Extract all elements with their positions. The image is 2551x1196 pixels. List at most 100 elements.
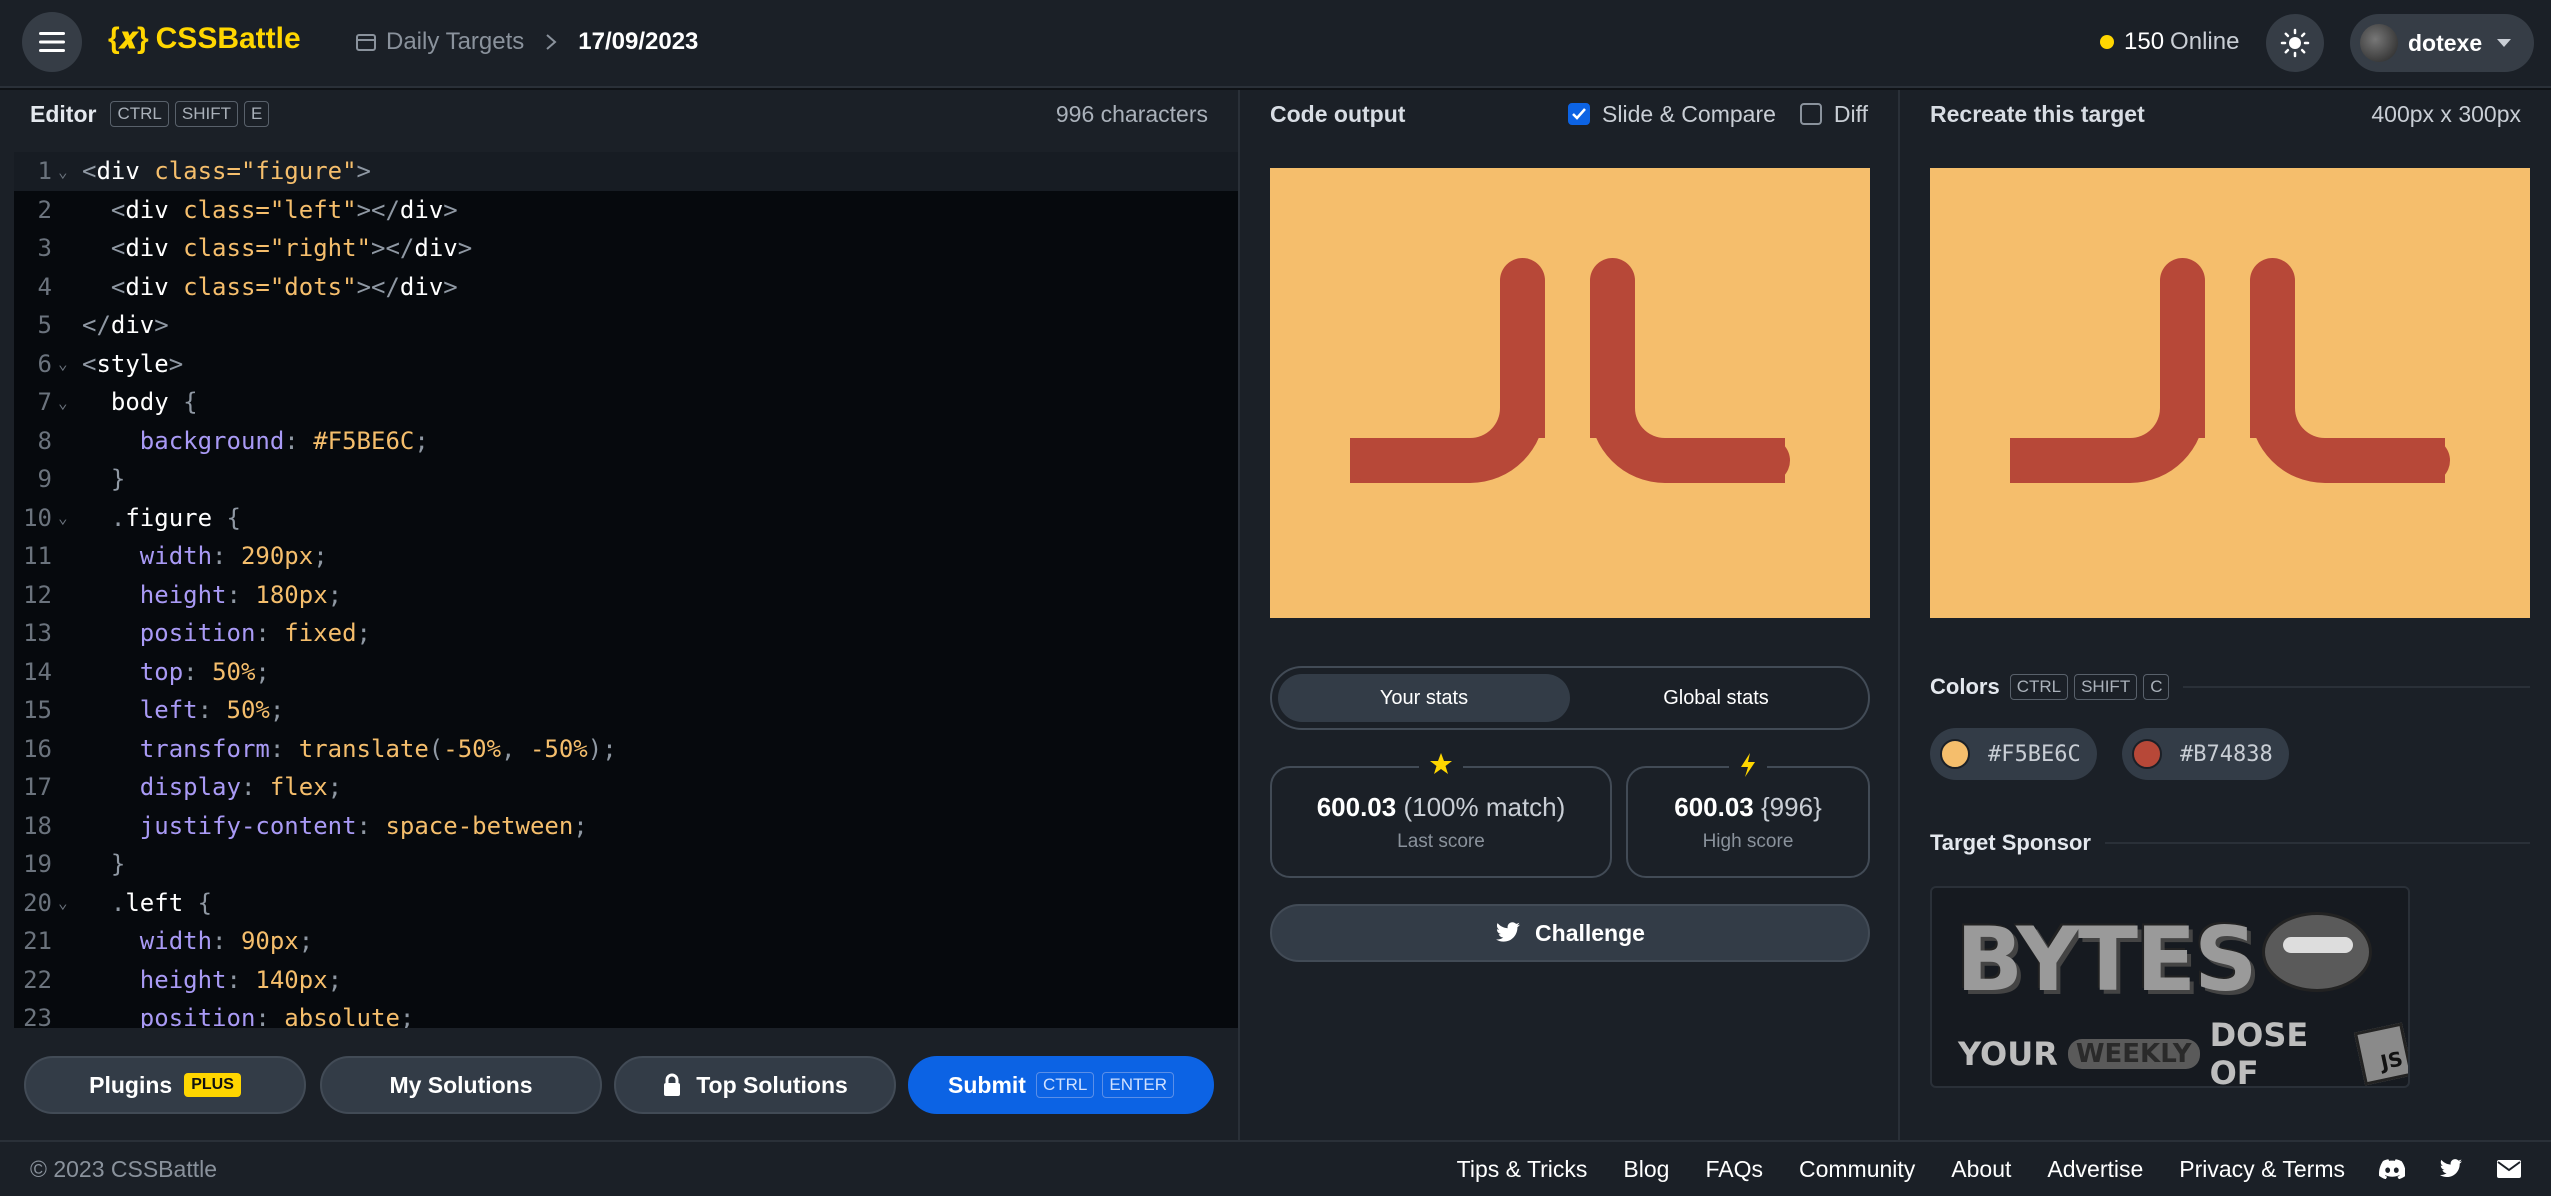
sponsor-tagline-weekly: WEEKLY	[2067, 1039, 2200, 1069]
code-line[interactable]: 5 </div >	[14, 306, 1238, 345]
online-indicator: 150 Online	[2100, 28, 2239, 56]
tab-global-stats[interactable]: Global stats	[1570, 674, 1862, 722]
code-editor[interactable]: 1 ⌄ < div class= "figure" >2 < div class= "left…	[14, 152, 1238, 1028]
fold-chevron-icon[interactable]: ⌄	[52, 393, 82, 412]
breadcrumb-daily-targets[interactable]: Daily Targets	[386, 28, 524, 56]
code-token: translate	[298, 734, 429, 763]
code-line[interactable]: 6 ⌄ < style >	[14, 345, 1238, 384]
footer-link-privacy[interactable]: Privacy & Terms	[2179, 1156, 2345, 1183]
discord-icon[interactable]	[2379, 1159, 2405, 1179]
fold-chevron-icon[interactable]: ⌄	[52, 162, 82, 181]
code-token: div	[125, 195, 184, 224]
footer-link-faqs[interactable]: FAQs	[1705, 1156, 1763, 1183]
fold-chevron-icon[interactable]: ⌄	[52, 893, 82, 912]
code-line[interactable]: 16 transform: translate(-50%, -50%);	[14, 730, 1238, 769]
code-line[interactable]: 12 height: 180px;	[14, 576, 1238, 615]
line-number: 14	[23, 657, 52, 686]
code-token: space-between	[385, 811, 574, 840]
code-token: ;	[327, 773, 343, 802]
code-token: :	[356, 811, 386, 840]
target-canvas[interactable]	[1930, 168, 2530, 618]
mail-icon[interactable]	[2497, 1160, 2521, 1178]
code-line[interactable]: 13 position: fixed;	[14, 614, 1238, 653]
user-menu[interactable]: dotexe	[2350, 14, 2534, 72]
code-token: width	[82, 542, 213, 571]
code-line[interactable]: 19 }	[14, 845, 1238, 884]
code-line[interactable]: 2 < div class= "left" ></div >	[14, 191, 1238, 230]
twitter-icon	[1496, 922, 1520, 942]
theme-toggle-button[interactable]	[2266, 14, 2324, 72]
diff-toggle[interactable]: Diff	[1799, 100, 1868, 128]
lock-icon	[664, 1073, 681, 1096]
slide-compare-toggle[interactable]: Slide & Compare	[1568, 101, 1776, 128]
code-token: ;	[327, 965, 343, 994]
code-line[interactable]: 4 < div class= "dots" ></div >	[14, 268, 1238, 307]
brand[interactable]: {𝒙} CSSBattle	[108, 22, 301, 56]
footer-link-tips[interactable]: Tips & Tricks	[1457, 1156, 1588, 1183]
shape-left-cap	[1350, 438, 1410, 483]
plugins-button[interactable]: Plugins PLUS	[24, 1056, 306, 1114]
line-number: 20	[23, 888, 52, 917]
code-token: ;	[356, 619, 371, 648]
slide-compare-label: Slide & Compare	[1602, 100, 1776, 127]
code-token: >	[154, 311, 169, 340]
code-line[interactable]: 9 }	[14, 460, 1238, 499]
code-line[interactable]: 1 ⌄ < div class= "figure" >	[14, 152, 1238, 191]
code-line[interactable]: 18 justify-content: space-between;	[14, 807, 1238, 846]
code-token: </	[82, 311, 111, 340]
sun-icon	[2280, 28, 2310, 58]
diff-label: Diff	[1833, 100, 1868, 127]
code-line[interactable]: 15 left: 50%;	[14, 691, 1238, 730]
code-line[interactable]: 14 top: 50%;	[14, 653, 1238, 692]
code-output-canvas[interactable]	[1270, 168, 1870, 618]
color-dot-1	[1940, 739, 1970, 769]
submit-button[interactable]: Submit CTRL ENTER	[908, 1056, 1214, 1114]
slide-compare-checkbox[interactable]	[1568, 103, 1591, 125]
color-swatch-1[interactable]: #F5BE6C	[1930, 728, 2097, 780]
line-number: 16	[23, 734, 52, 763]
code-token: ;	[399, 1004, 415, 1028]
code-token: "figure"	[240, 157, 357, 186]
code-token: figure	[125, 503, 227, 532]
challenge-button[interactable]: Challenge	[1270, 904, 1870, 962]
footer: © 2023 CSSBattle Tips & Tricks Blog FAQs…	[0, 1140, 2551, 1196]
code-line[interactable]: 17 display: flex;	[14, 768, 1238, 807]
code-line[interactable]: 7 ⌄ body {	[14, 383, 1238, 422]
tab-your-stats[interactable]: Your stats	[1278, 674, 1570, 722]
color-dot-2	[2132, 739, 2162, 769]
line-number: 13	[23, 619, 52, 648]
color-hex-2: #B74838	[2180, 741, 2273, 767]
editor-header: Editor CTRL SHIFT E 996 characters	[0, 90, 1238, 138]
footer-link-about[interactable]: About	[1951, 1156, 2011, 1183]
high-score-label: High score	[1702, 830, 1794, 852]
code-line[interactable]: 22 height: 140px;	[14, 961, 1238, 1000]
chevron-down-icon	[2497, 39, 2512, 47]
code-line[interactable]: 10 ⌄ . figure {	[14, 499, 1238, 538]
my-solutions-button[interactable]: My Solutions	[320, 1056, 602, 1114]
footer-links: Tips & Tricks Blog FAQs Community About …	[1421, 1156, 2521, 1183]
color-swatch-2[interactable]: #B74838	[2122, 728, 2289, 780]
line-number: 10	[23, 503, 52, 532]
high-score-detail: {996}	[1761, 791, 1822, 822]
code-line[interactable]: 11 width: 290px;	[14, 537, 1238, 576]
code-token: :	[226, 965, 256, 994]
footer-link-advertise[interactable]: Advertise	[2047, 1156, 2143, 1183]
footer-link-blog[interactable]: Blog	[1623, 1156, 1669, 1183]
twitter-icon[interactable]	[2439, 1159, 2463, 1179]
fold-chevron-icon[interactable]: ⌄	[52, 508, 82, 527]
line-number: 11	[23, 542, 52, 571]
line-number: 23	[23, 1004, 52, 1028]
code-line[interactable]: 20 ⌄ . left {	[14, 884, 1238, 923]
fold-chevron-icon[interactable]: ⌄	[52, 354, 82, 373]
code-line[interactable]: 8 background: #F5BE6C;	[14, 422, 1238, 461]
sponsor-banner[interactable]: BYTES YOUR WEEKLY DOSE OF JS	[1930, 886, 2410, 1088]
code-line[interactable]: 23 position: absolute;	[14, 999, 1238, 1028]
code-token: (	[428, 734, 444, 763]
footer-link-community[interactable]: Community	[1799, 1156, 1915, 1183]
color-hex-1: #F5BE6C	[1988, 741, 2081, 767]
code-line[interactable]: 21 width: 90px;	[14, 922, 1238, 961]
code-line[interactable]: 3 < div class= "right" ></div >	[14, 229, 1238, 268]
top-solutions-button[interactable]: Top Solutions	[614, 1056, 896, 1114]
menu-button[interactable]	[22, 12, 82, 72]
diff-checkbox[interactable]	[1799, 103, 1822, 125]
